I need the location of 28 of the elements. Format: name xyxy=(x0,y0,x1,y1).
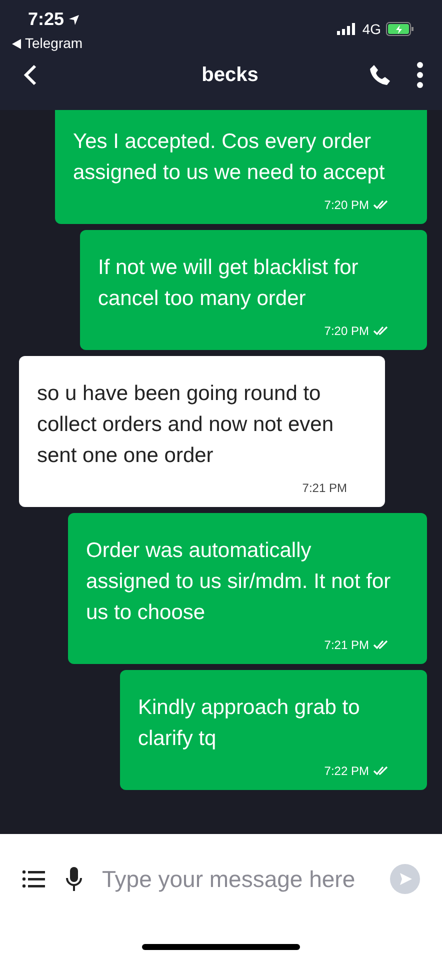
message-text: Kindly approach grab to clarify tq xyxy=(138,695,361,752)
back-to-app-link[interactable]: Telegram xyxy=(12,33,83,54)
double-check-icon xyxy=(373,766,389,776)
message-time: 7:20 PM xyxy=(324,197,369,214)
microphone-icon[interactable] xyxy=(64,866,84,892)
message-text: so u have been going round to collect orders and now not even sent one one order xyxy=(37,381,335,469)
double-check-icon xyxy=(373,326,389,336)
battery-icon xyxy=(386,22,414,36)
message-time: 7:20 PM xyxy=(324,323,369,340)
back-chevron-icon[interactable] xyxy=(23,64,37,86)
message-time: 7:22 PM xyxy=(324,763,369,780)
location-arrow-icon xyxy=(68,14,80,26)
chat-title: becks xyxy=(202,63,258,88)
more-options-icon[interactable] xyxy=(416,62,424,88)
double-check-icon xyxy=(373,200,389,210)
message-time: 7:21 PM xyxy=(324,637,369,654)
message-text: If not we will get blacklist for cancel too many order xyxy=(98,255,360,312)
back-triangle-icon xyxy=(12,38,21,48)
message-time: 7:21 PM xyxy=(302,480,347,497)
phone-icon[interactable] xyxy=(368,63,392,87)
message-text: Order was automatically assigned to us sir/mdm. It not for us to choose xyxy=(86,538,392,626)
message-input[interactable]: Type your message here xyxy=(102,862,372,896)
status-time: 7:25 xyxy=(28,8,64,31)
menu-list-icon[interactable] xyxy=(22,869,46,889)
message-text: Yes I accepted. Cos every order assigned to us we need to accept xyxy=(73,129,386,186)
signal-icon xyxy=(337,23,358,35)
network-label: 4G xyxy=(362,20,381,38)
double-check-icon xyxy=(373,640,389,650)
